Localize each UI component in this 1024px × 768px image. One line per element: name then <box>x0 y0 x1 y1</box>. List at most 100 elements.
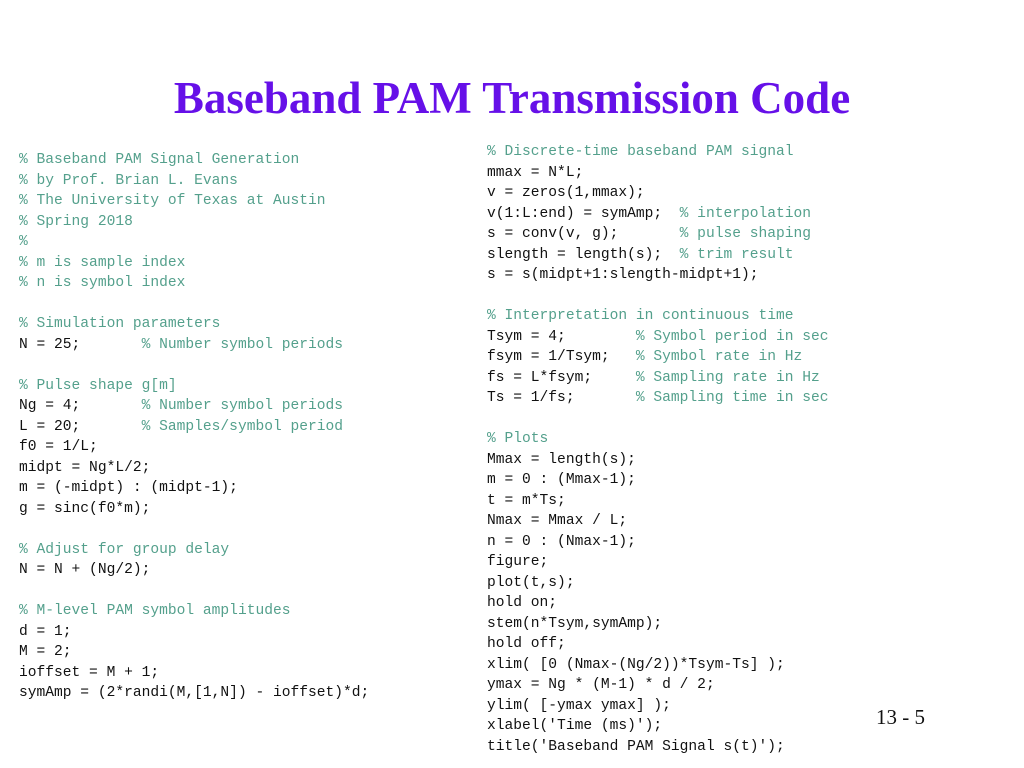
code-token: g = sinc(f0*m); <box>19 500 151 517</box>
code-token: Nmax = Mmax / L; <box>487 513 628 529</box>
code-token: Ts = 1/fs; <box>487 390 636 406</box>
code-token: title('Baseband PAM Signal s(t)'); <box>487 738 785 755</box>
code-comment-token: % Interpretation in continuous time <box>487 308 794 324</box>
code-token: stem(n*Tsym,symAmp); <box>487 615 663 632</box>
code-line: mmax = N*L; <box>487 163 957 184</box>
code-comment-token: % Number symbol periods <box>141 336 344 353</box>
code-comment-token: % <box>19 234 28 250</box>
code-line: % Plots <box>487 429 957 450</box>
code-line: N = N + (Ng/2); <box>19 560 469 581</box>
code-line: m = 0 : (Mmax-1); <box>487 470 957 491</box>
code-line: s = conv(v, g); % pulse shaping <box>487 224 957 245</box>
code-token: Ng = 4; <box>19 398 142 414</box>
code-token: fs = L*fsym; <box>487 369 636 386</box>
code-line: Ng = 4; % Number symbol periods <box>19 396 469 417</box>
code-token: xlabel('Time (ms)'); <box>487 718 663 734</box>
code-line: Ts = 1/fs; % Sampling time in sec <box>487 388 957 409</box>
code-comment-token: % Pulse shape g[m] <box>19 377 177 394</box>
code-token: mmax = N*L; <box>487 164 584 181</box>
code-line: M = 2; <box>19 642 469 663</box>
code-line: f0 = 1/L; <box>19 437 469 458</box>
code-line: % The University of Texas at Austin <box>19 191 469 212</box>
code-comment-token: % by Prof. Brian L. Evans <box>19 172 238 189</box>
code-line: % Simulation parameters <box>19 314 469 335</box>
code-line: s = s(midpt+1:slength-midpt+1); <box>487 265 957 286</box>
code-line: % by Prof. Brian L. Evans <box>19 171 469 192</box>
code-comment-token: % Samples/symbol period <box>141 418 344 435</box>
code-comment-token: % Symbol rate in Hz <box>635 349 803 365</box>
code-comment-token: % M-level PAM symbol amplitudes <box>19 603 291 619</box>
code-token: slength = length(s); <box>487 246 680 263</box>
code-line: Tsym = 4; % Symbol period in sec <box>487 327 957 348</box>
code-comment-token: % trim result <box>679 246 794 263</box>
code-token: N = N + (Ng/2); <box>19 562 151 578</box>
code-token: fsym = 1/Tsym; <box>487 349 636 365</box>
code-token: M = 2; <box>19 644 72 660</box>
code-line: % Pulse shape g[m] <box>19 376 469 397</box>
code-token: v = zeros(1,mmax); <box>487 185 645 201</box>
code-line: ymax = Ng * (M-1) * d / 2; <box>487 675 957 696</box>
code-line: % M-level PAM symbol amplitudes <box>19 601 469 622</box>
code-comment-token: % m is sample index <box>19 254 186 271</box>
code-comment-token: % pulse shaping <box>679 226 812 242</box>
code-token: figure; <box>487 554 549 570</box>
code-line: midpt = Ng*L/2; <box>19 458 469 479</box>
code-token: s = s(midpt+1:slength-midpt+1); <box>487 267 759 283</box>
code-token: Tsym = 4; <box>487 328 636 345</box>
code-line: title('Baseband PAM Signal s(t)'); <box>487 737 957 758</box>
code-token: t = m*Ts; <box>487 492 566 509</box>
code-line: d = 1; <box>19 622 469 643</box>
code-token: n = 0 : (Nmax-1); <box>487 533 636 550</box>
slide-canvas: Baseband PAM Transmission Code % Baseban… <box>0 0 1024 768</box>
code-line: Nmax = Mmax / L; <box>487 511 957 532</box>
code-line: g = sinc(f0*m); <box>19 499 469 520</box>
code-line: v = zeros(1,mmax); <box>487 183 957 204</box>
code-comment-token: % Symbol period in sec <box>635 328 829 345</box>
code-line: N = 25; % Number symbol periods <box>19 335 469 356</box>
code-token: m = (-midpt) : (midpt-1); <box>19 480 238 496</box>
code-token: xlim( [0 (Nmax-(Ng/2))*Tsym-Ts] ); <box>487 656 785 673</box>
code-line: L = 20; % Samples/symbol period <box>19 417 469 438</box>
code-comment-token: % n is symbol index <box>19 275 186 291</box>
code-token: ioffset = M + 1; <box>19 664 160 681</box>
code-comment-token: % Discrete-time baseband PAM signal <box>487 144 794 160</box>
code-line: % Baseband PAM Signal Generation <box>19 150 469 171</box>
code-line: figure; <box>487 552 957 573</box>
code-line: n = 0 : (Nmax-1); <box>487 532 957 553</box>
code-line: hold off; <box>487 634 957 655</box>
code-line: Mmax = length(s); <box>487 450 957 471</box>
code-token: plot(t,s); <box>487 574 575 591</box>
code-line: slength = length(s); % trim result <box>487 245 957 266</box>
code-token: ylim( [-ymax ymax] ); <box>487 697 671 714</box>
code-token: N = 25; <box>19 336 142 353</box>
code-line: fs = L*fsym; % Sampling rate in Hz <box>487 368 957 389</box>
code-comment-token: % Plots <box>487 431 549 447</box>
code-line: fsym = 1/Tsym; % Symbol rate in Hz <box>487 347 957 368</box>
code-line: m = (-midpt) : (midpt-1); <box>19 478 469 499</box>
code-line: % m is sample index <box>19 253 469 274</box>
code-token: m = 0 : (Mmax-1); <box>487 472 636 488</box>
code-line: hold on; <box>487 593 957 614</box>
code-token: Mmax = length(s); <box>487 451 636 468</box>
code-line: stem(n*Tsym,symAmp); <box>487 614 957 635</box>
code-line: xlim( [0 (Nmax-(Ng/2))*Tsym-Ts] ); <box>487 655 957 676</box>
code-comment-token: % Sampling time in sec <box>635 390 829 406</box>
code-token: L = 20; <box>19 418 142 435</box>
code-comment-token: % Simulation parameters <box>19 316 221 332</box>
code-line: symAmp = (2*randi(M,[1,N]) - ioffset)*d; <box>19 683 469 704</box>
code-line: % Interpretation in continuous time <box>487 306 957 327</box>
code-line: t = m*Ts; <box>487 491 957 512</box>
code-line: v(1:L:end) = symAmp; % interpolation <box>487 204 957 225</box>
code-comment-token: % Spring 2018 <box>19 213 133 230</box>
code-comment-token: % Number symbol periods <box>141 398 344 414</box>
code-token: symAmp = (2*randi(M,[1,N]) - ioffset)*d; <box>19 685 370 701</box>
code-token: s = conv(v, g); <box>487 226 680 242</box>
code-token: hold off; <box>487 636 566 652</box>
code-line: % n is symbol index <box>19 273 469 294</box>
code-line: % Adjust for group delay <box>19 540 469 561</box>
